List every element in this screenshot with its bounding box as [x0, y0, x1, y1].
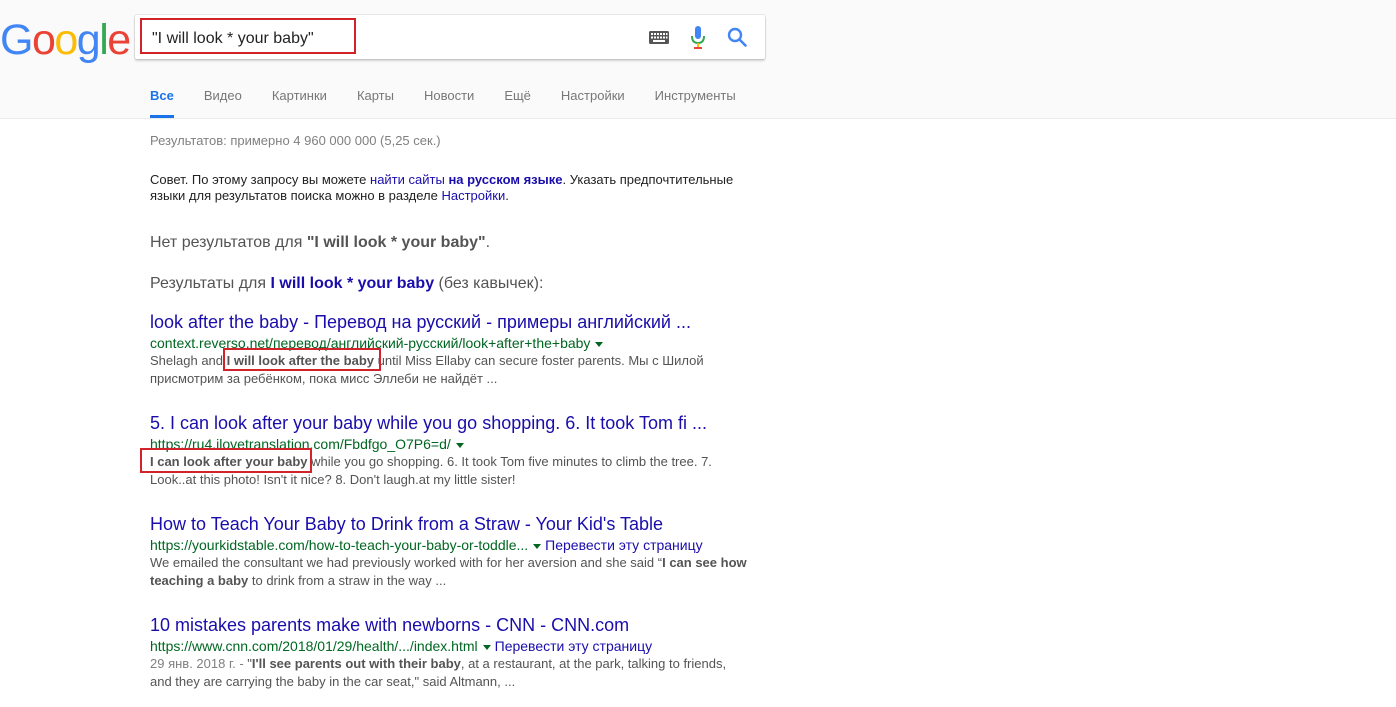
result-snippet: Shelagh and I will look after the baby u… — [150, 352, 750, 388]
microphone-icon[interactable] — [691, 26, 705, 55]
no-results-prefix: Нет результатов для — [150, 234, 307, 251]
result-snippet: We emailed the consultant we had previou… — [150, 554, 750, 590]
logo-letter: g — [76, 16, 101, 64]
search-tabs: Все Видео Картинки Карты Новости Ещё Нас… — [135, 82, 751, 118]
showing-prefix: Результаты для — [150, 275, 271, 292]
result-url-text: https://ru4.ilovetranslation.com/Fbdfgo_… — [150, 436, 451, 452]
result-url-text: context.reverso.net/перевод/английский-р… — [150, 335, 591, 351]
result-url: https://ru4.ilovetranslation.com/Fbdfgo_… — [150, 435, 760, 453]
logo-letter: G — [0, 16, 33, 64]
snippet-date: 29 янв. 2018 г. - — [150, 656, 248, 671]
search-result: 5. I can look after your baby while you … — [150, 412, 760, 489]
result-snippet: I can look after your baby while you go … — [150, 453, 750, 489]
logo-letter: o — [54, 16, 78, 64]
result-url: https://yourkidstable.com/how-to-teach-y… — [150, 536, 760, 554]
language-tip: Совет. По этому запросу вы можете найти … — [150, 172, 750, 204]
tab-video[interactable]: Видео — [204, 82, 242, 118]
snippet-bold: I can look after your baby — [150, 454, 308, 469]
logo-letter: l — [99, 16, 109, 64]
keyboard-icon[interactable] — [649, 31, 669, 49]
tip-russian-link[interactable]: на русском языке — [448, 172, 562, 187]
logo-letter: o — [31, 16, 56, 64]
search-header: Google "I will look * your baby" Все Вид… — [0, 0, 1396, 119]
snippet-bold: I'll see parents out with their baby — [251, 656, 461, 671]
url-dropdown-icon[interactable] — [595, 341, 604, 347]
tab-more[interactable]: Ещё — [504, 82, 531, 118]
no-results-query: "I will look * your baby" — [306, 234, 486, 251]
tip-text: Совет. По этому запросу вы можете — [150, 172, 371, 187]
snippet-bold: I will look after the baby — [226, 353, 374, 368]
tab-maps[interactable]: Карты — [357, 82, 394, 118]
result-url-text: https://www.cnn.com/2018/01/29/health/..… — [150, 638, 478, 654]
tab-images[interactable]: Картинки — [272, 82, 327, 118]
result-url: context.reverso.net/перевод/английский-р… — [150, 334, 760, 352]
tip-text: . — [505, 188, 509, 203]
showing-results-for: Результаты для I will look * your baby (… — [150, 275, 543, 293]
no-results-message: Нет результатов для "I will look * your … — [150, 234, 490, 252]
no-results-suffix: . — [485, 234, 491, 251]
search-result: How to Teach Your Baby to Drink from a S… — [150, 513, 760, 590]
showing-query-link[interactable]: I will look * your baby — [271, 275, 435, 292]
result-title-link[interactable]: 5. I can look after your baby while you … — [150, 412, 707, 434]
result-url: https://www.cnn.com/2018/01/29/health/..… — [150, 637, 760, 655]
snippet-text: Shelagh and — [150, 353, 227, 368]
tip-settings-link[interactable]: Настройки — [441, 188, 505, 203]
result-stats: Результатов: примерно 4 960 000 000 (5,2… — [150, 133, 441, 148]
tab-all[interactable]: Все — [150, 82, 174, 118]
search-result: 10 mistakes parents make with newborns -… — [150, 614, 760, 691]
url-dropdown-icon[interactable] — [482, 644, 491, 650]
result-url-text: https://yourkidstable.com/how-to-teach-y… — [150, 537, 529, 553]
tip-russian-text: на русском языке — [448, 172, 563, 187]
search-input[interactable] — [150, 27, 624, 51]
url-dropdown-icon[interactable] — [455, 442, 464, 448]
translate-page-link[interactable]: Перевести эту страницу — [495, 638, 652, 654]
result-title-link[interactable]: look after the baby - Перевод на русский… — [150, 311, 691, 333]
google-logo[interactable]: Google — [0, 16, 131, 64]
snippet-text: to drink from a straw in the way ... — [248, 573, 447, 588]
logo-letter: e — [107, 16, 131, 64]
search-box — [135, 15, 765, 59]
tip-find-sites-link[interactable]: найти сайты — [370, 172, 445, 187]
result-title-link[interactable]: 10 mistakes parents make with newborns -… — [150, 614, 629, 636]
tab-settings[interactable]: Настройки — [561, 82, 625, 118]
tab-tools[interactable]: Инструменты — [655, 82, 736, 118]
result-snippet: 29 янв. 2018 г. - "I'll see parents out … — [150, 655, 750, 691]
result-title-link[interactable]: How to Teach Your Baby to Drink from a S… — [150, 513, 663, 535]
showing-suffix: (без кавычек): — [434, 275, 544, 292]
url-dropdown-icon[interactable] — [533, 543, 542, 549]
search-icon[interactable] — [727, 27, 747, 52]
snippet-text: We emailed the consultant we had previou… — [150, 555, 663, 570]
tab-news[interactable]: Новости — [424, 82, 474, 118]
search-result: look after the baby - Перевод на русский… — [150, 311, 760, 388]
translate-page-link[interactable]: Перевести эту страницу — [545, 537, 702, 553]
